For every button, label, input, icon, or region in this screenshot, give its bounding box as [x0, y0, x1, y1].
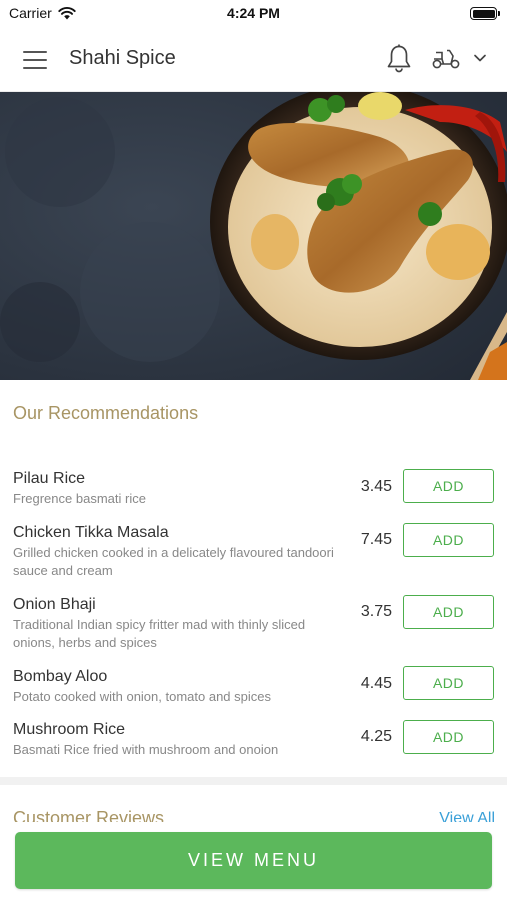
add-button[interactable]: ADD	[403, 523, 494, 557]
app-header: Shahi Spice	[0, 26, 507, 92]
status-bar: Carrier 4:24 PM	[0, 0, 507, 26]
item-price: 3.45	[360, 478, 392, 495]
item-name: Chicken Tikka Masala	[13, 524, 169, 541]
item-name: Bombay Aloo	[13, 668, 108, 685]
bell-icon[interactable]	[386, 44, 412, 74]
add-button[interactable]: ADD	[403, 595, 494, 629]
page-title: Shahi Spice	[69, 47, 176, 69]
item-price: 4.25	[360, 728, 392, 745]
menu-item: Pilau Rice Fregrence basmati rice 3.45 A…	[0, 468, 507, 514]
food-photo	[0, 92, 507, 380]
menu-item: Bombay Aloo Potato cooked with onion, to…	[0, 666, 507, 712]
item-price: 3.75	[360, 603, 392, 620]
item-description: Basmati Rice fried with mushroom and ono…	[13, 742, 279, 757]
item-description: Potato cooked with onion, tomato and spi…	[13, 689, 271, 704]
view-menu-button[interactable]: VIEW MENU	[15, 832, 492, 889]
item-price: 7.45	[360, 531, 392, 548]
hero-image	[0, 92, 507, 380]
status-time: 4:24 PM	[227, 5, 280, 21]
item-price: 4.45	[360, 675, 392, 692]
add-button[interactable]: ADD	[403, 720, 494, 754]
chevron-down-icon[interactable]	[473, 53, 487, 63]
item-description: Fregrence basmati rice	[13, 491, 146, 506]
menu-item: Onion Bhaji Traditional Indian spicy fri…	[0, 594, 507, 654]
item-description: Traditional Indian spicy fritter mad wit…	[13, 617, 306, 650]
add-button[interactable]: ADD	[403, 666, 494, 700]
menu-item: Mushroom Rice Basmati Rice fried with mu…	[0, 719, 507, 765]
item-description: Grilled chicken cooked in a delicately f…	[13, 545, 334, 578]
section-title-recommendations: Our Recommendations	[13, 403, 199, 423]
item-name: Mushroom Rice	[13, 721, 126, 738]
add-button[interactable]: ADD	[403, 469, 494, 503]
section-divider	[0, 777, 507, 785]
item-name: Onion Bhaji	[13, 596, 96, 613]
battery-icon	[470, 7, 500, 20]
menu-item: Chicken Tikka Masala Grilled chicken coo…	[0, 522, 507, 582]
scooter-icon[interactable]	[431, 46, 461, 70]
menu-icon[interactable]	[23, 51, 47, 69]
item-name: Pilau Rice	[13, 470, 86, 487]
